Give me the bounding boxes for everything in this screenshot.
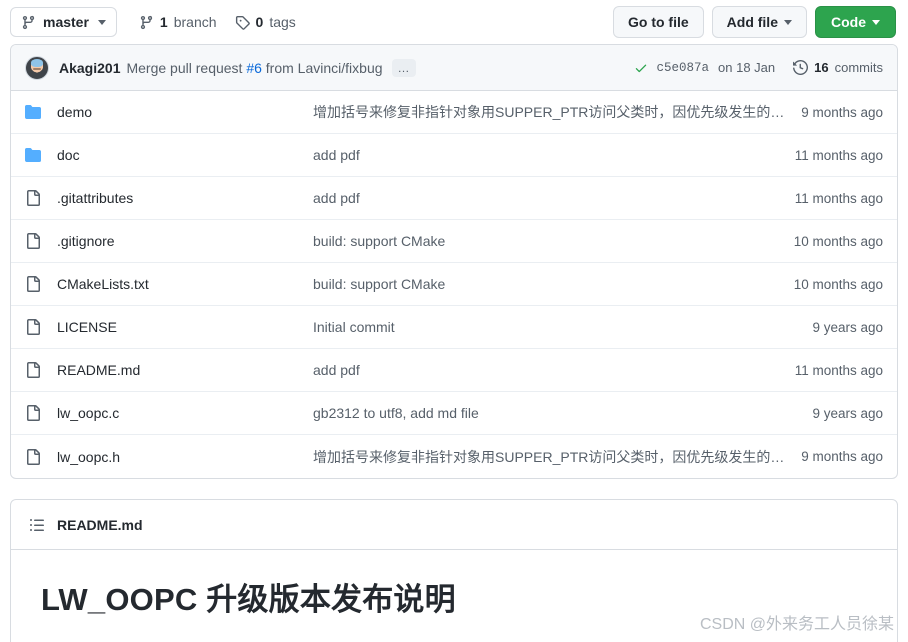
code-label: Code bbox=[831, 14, 866, 30]
table-row: README.md add pdf 11 months ago bbox=[11, 349, 897, 392]
table-row: demo 增加括号来修复非指针对象用SUPPER_PTR访问父类时，因优先级发生的… bbox=[11, 91, 897, 134]
add-file-label: Add file bbox=[726, 14, 778, 30]
chevron-down-icon bbox=[784, 19, 792, 25]
go-to-file-label: Go to file bbox=[627, 14, 689, 30]
list-unordered-icon[interactable] bbox=[29, 517, 45, 533]
file-name-link[interactable]: CMakeLists.txt bbox=[57, 276, 313, 292]
file-commit-message[interactable]: Initial commit bbox=[313, 319, 812, 335]
file-commit-time: 10 months ago bbox=[793, 276, 883, 292]
check-icon[interactable] bbox=[634, 61, 648, 75]
code-button[interactable]: Code bbox=[815, 6, 896, 38]
file-name-link[interactable]: lw_oopc.c bbox=[57, 405, 313, 421]
table-row: lw_oopc.c gb2312 to utf8, add md file 9 ye… bbox=[11, 392, 897, 435]
commit-sha-link[interactable]: c5e087a bbox=[657, 61, 710, 75]
ellipsis-label: … bbox=[397, 60, 410, 75]
file-icon bbox=[25, 448, 57, 465]
branch-icon bbox=[139, 15, 154, 30]
file-name-link[interactable]: README.md bbox=[57, 362, 313, 378]
commit-meta: c5e087a on 18 Jan 16 commits bbox=[634, 60, 883, 75]
repo-meta-group: 1 branch 0 tags bbox=[139, 14, 296, 30]
branch-count-label: branch bbox=[173, 14, 217, 30]
file-commit-message[interactable]: add pdf bbox=[313, 190, 795, 206]
commit-history-link[interactable]: 16 commits bbox=[793, 60, 883, 75]
file-commit-time: 11 months ago bbox=[794, 190, 883, 206]
file-icon bbox=[25, 190, 57, 206]
file-icon bbox=[25, 405, 57, 421]
chevron-down-icon bbox=[97, 19, 106, 25]
branch-count-link[interactable]: 1 branch bbox=[139, 14, 217, 30]
commit-message-prefix: Merge pull request bbox=[126, 59, 247, 76]
tag-count-link[interactable]: 0 tags bbox=[235, 14, 296, 30]
readme-panel: README.md LW_OOPC 升级版本发布说明 本人在金永华对于高焕堂的 … bbox=[10, 499, 898, 642]
file-list-panel: Akagi201 Merge pull request #6 from Lavi… bbox=[10, 44, 898, 479]
folder-icon bbox=[25, 147, 57, 163]
file-commit-message[interactable]: 增加括号来修复非指针对象用SUPPER_PTR访问父类时，因优先级发生的… bbox=[313, 447, 801, 467]
folder-icon bbox=[25, 104, 57, 120]
table-row: lw_oopc.h 增加括号来修复非指针对象用SUPPER_PTR访问父类时，因优… bbox=[11, 435, 897, 478]
tag-count-value: 0 bbox=[255, 14, 264, 30]
file-icon bbox=[25, 362, 57, 378]
file-commit-message[interactable]: add pdf bbox=[313, 147, 795, 163]
pull-request-link[interactable]: #6 bbox=[246, 60, 262, 76]
readme-content: LW_OOPC 升级版本发布说明 本人在金永华对于高焕堂的 lw_oopc 的源… bbox=[11, 550, 897, 642]
file-name-link[interactable]: LICENSE bbox=[57, 319, 313, 335]
file-name-link[interactable]: .gitattributes bbox=[57, 190, 313, 206]
add-file-button[interactable]: Add file bbox=[711, 6, 807, 38]
file-commit-time: 11 months ago bbox=[794, 147, 883, 163]
file-icon bbox=[25, 319, 57, 335]
file-commit-message[interactable]: build: support CMake bbox=[313, 276, 794, 292]
tag-icon bbox=[235, 15, 250, 30]
commit-author-link[interactable]: Akagi201 bbox=[59, 60, 120, 76]
file-name-link[interactable]: demo bbox=[57, 104, 313, 120]
file-rows: demo 增加括号来修复非指针对象用SUPPER_PTR访问父类时，因优先级发生的… bbox=[11, 91, 897, 478]
toolbar-actions: Go to file Add file Code bbox=[612, 6, 896, 38]
commit-message-suffix: from Lavinci/fixbug bbox=[261, 59, 383, 76]
file-commit-time: 9 years ago bbox=[812, 405, 883, 421]
table-row: LICENSE Initial commit 9 years ago bbox=[11, 306, 897, 349]
readme-file-title[interactable]: README.md bbox=[57, 517, 143, 533]
file-commit-time: 9 years ago bbox=[812, 319, 883, 335]
file-name-link[interactable]: lw_oopc.h bbox=[57, 449, 313, 465]
repository-page: master 1 branch 0 tags Go to file Add fi… bbox=[0, 0, 908, 642]
readme-heading: LW_OOPC 升级版本发布说明 bbox=[41, 582, 456, 617]
file-commit-time: 11 months ago bbox=[794, 362, 883, 378]
file-commit-message[interactable]: 增加括号来修复非指针对象用SUPPER_PTR访问父类时，因优先级发生的… bbox=[313, 102, 801, 122]
avatar[interactable] bbox=[25, 55, 49, 80]
branch-icon bbox=[21, 15, 36, 30]
branch-count-value: 1 bbox=[159, 14, 168, 30]
commits-count: 16 bbox=[814, 60, 829, 75]
file-icon bbox=[25, 233, 57, 249]
history-icon bbox=[793, 60, 809, 75]
go-to-file-button[interactable]: Go to file bbox=[612, 6, 704, 38]
tag-count-label: tags bbox=[269, 14, 296, 30]
table-row: CMakeLists.txt build: support CMake 10 mon… bbox=[11, 263, 897, 306]
file-commit-time: 10 months ago bbox=[793, 233, 883, 249]
file-name-link[interactable]: .gitignore bbox=[57, 233, 313, 249]
file-commit-time: 9 months ago bbox=[801, 104, 883, 120]
readme-header: README.md bbox=[11, 500, 897, 550]
branch-name-label: master bbox=[43, 14, 89, 30]
table-row: doc add pdf 11 months ago bbox=[11, 134, 897, 177]
commits-label: commits bbox=[834, 60, 883, 75]
commit-date: on 18 Jan bbox=[718, 60, 776, 75]
file-commit-message[interactable]: add pdf bbox=[313, 362, 795, 378]
file-commit-time: 9 months ago bbox=[801, 449, 883, 464]
file-icon bbox=[25, 276, 57, 292]
expand-commit-message-button[interactable]: … bbox=[391, 58, 416, 77]
branch-selector-button[interactable]: master bbox=[10, 7, 117, 37]
table-row: .gitattributes add pdf 11 months ago bbox=[11, 177, 897, 220]
file-commit-message[interactable]: gb2312 to utf8, add md file bbox=[313, 405, 812, 421]
commit-message-link[interactable]: Merge pull request #6 from Lavinci/fixbu… bbox=[126, 60, 382, 76]
table-row: .gitignore build: support CMake 10 months … bbox=[11, 220, 897, 263]
file-name-link[interactable]: doc bbox=[57, 147, 313, 163]
repo-toolbar: master 1 branch 0 tags Go to file Add fi… bbox=[0, 0, 908, 44]
chevron-down-icon bbox=[872, 19, 880, 25]
latest-commit-bar: Akagi201 Merge pull request #6 from Lavi… bbox=[11, 45, 897, 91]
file-commit-message[interactable]: build: support CMake bbox=[313, 233, 794, 249]
